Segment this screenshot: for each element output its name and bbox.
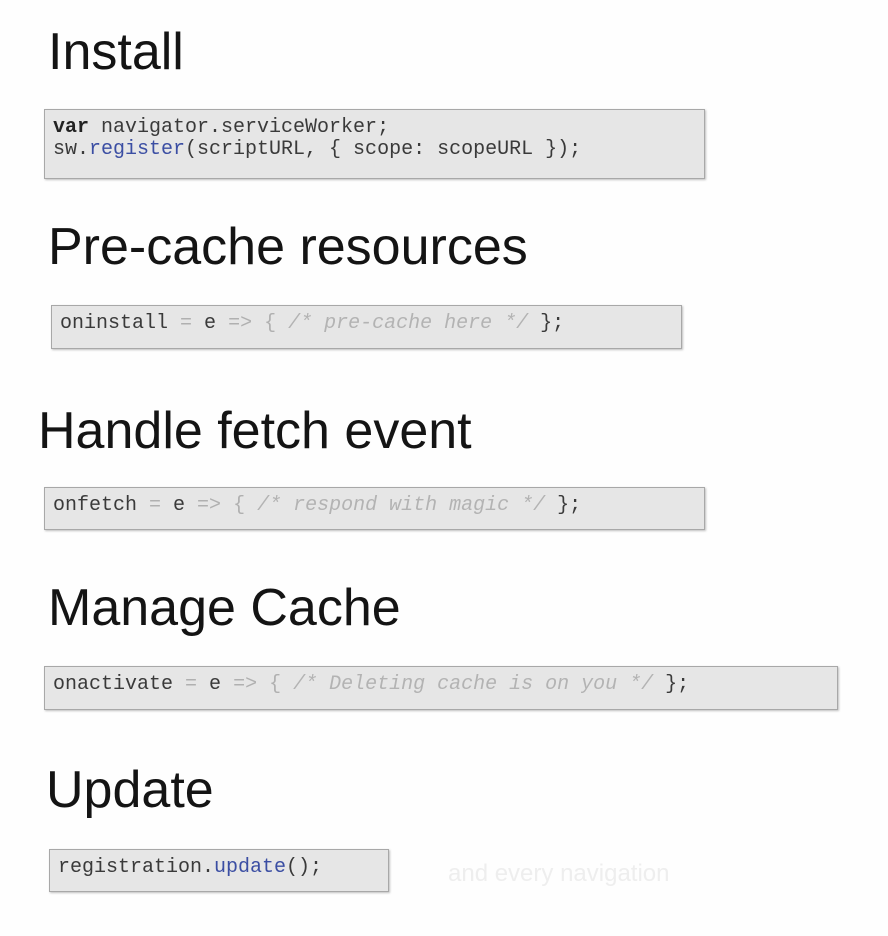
code-keyword-var: var bbox=[53, 116, 90, 139]
code-operator: = bbox=[137, 494, 174, 517]
code-comment: /* respond with magic */ bbox=[257, 494, 546, 517]
code-brace: { bbox=[257, 673, 294, 696]
code-comment: /* pre-cache here */ bbox=[288, 312, 529, 335]
code-param: e bbox=[204, 312, 229, 335]
code-comment: /* Deleting cache is on you */ bbox=[293, 673, 654, 696]
section-title-fetch: Handle fetch event bbox=[38, 402, 472, 460]
code-block-onfetch: onfetch = e => { /* respond with magic *… bbox=[44, 487, 705, 530]
code-brace: { bbox=[252, 312, 289, 335]
code-param: e bbox=[209, 673, 234, 696]
code-param: e bbox=[173, 494, 198, 517]
code-text: sw. bbox=[53, 138, 90, 161]
section-title-install: Install bbox=[48, 23, 184, 81]
code-text: registration. bbox=[58, 856, 215, 879]
code-block-onactivate: onactivate = e => { /* Deleting cache is… bbox=[44, 666, 838, 710]
section-title-pre-cache: Pre-cache resources bbox=[48, 218, 528, 276]
code-brace: { bbox=[221, 494, 258, 517]
code-identifier: onactivate bbox=[53, 673, 174, 696]
code-arrow: => bbox=[233, 673, 258, 696]
code-operator: = bbox=[173, 673, 210, 696]
code-text: }; bbox=[528, 312, 565, 335]
code-arrow: => bbox=[228, 312, 253, 335]
code-function-update: update bbox=[214, 856, 287, 879]
section-title-update: Update bbox=[46, 761, 214, 819]
code-operator: = bbox=[168, 312, 205, 335]
section-title-manage-cache: Manage Cache bbox=[48, 579, 401, 637]
code-text: }; bbox=[545, 494, 582, 517]
code-text: (); bbox=[286, 856, 323, 879]
code-block-update: registration.update(); bbox=[49, 849, 389, 892]
code-identifier: onfetch bbox=[53, 494, 138, 517]
code-text: navigator.serviceWorker; bbox=[89, 116, 390, 139]
code-function-register: register bbox=[89, 138, 186, 161]
update-note: and every navigation bbox=[448, 860, 670, 887]
code-arrow: => bbox=[197, 494, 222, 517]
code-text: }; bbox=[653, 673, 690, 696]
code-text: (scriptURL, { scope: scopeURL }); bbox=[185, 138, 582, 161]
code-block-oninstall: oninstall = e => { /* pre-cache here */ … bbox=[51, 305, 682, 349]
code-block-install: var navigator.serviceWorker; sw.register… bbox=[44, 109, 705, 179]
code-identifier: oninstall bbox=[60, 312, 169, 335]
